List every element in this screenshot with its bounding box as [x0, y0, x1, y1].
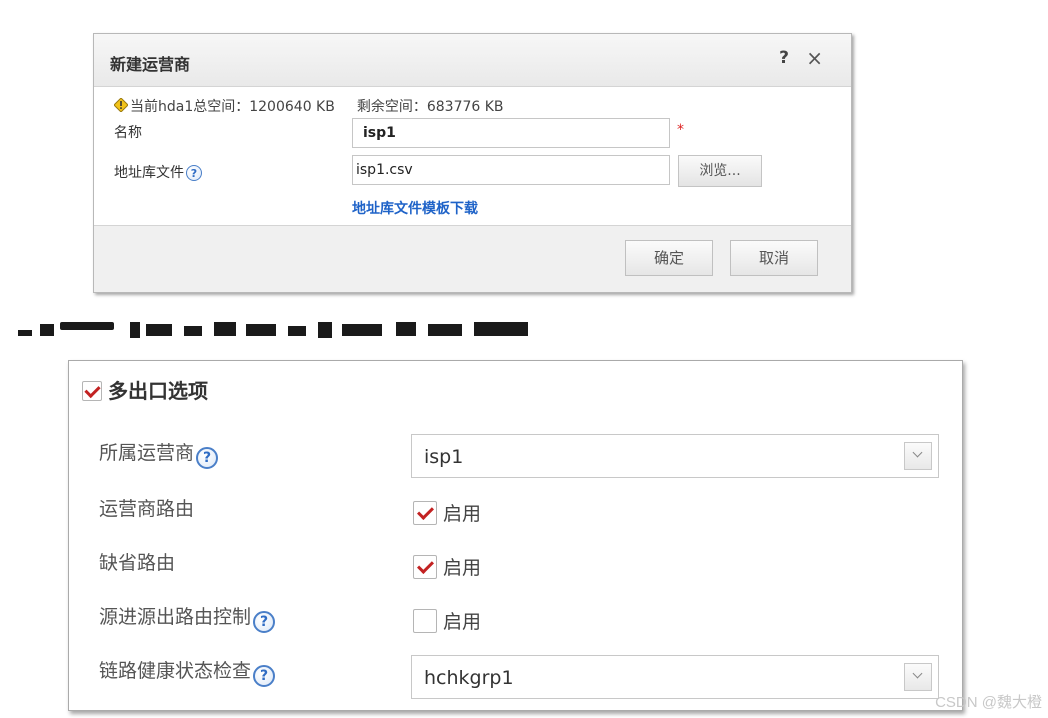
help-icon[interactable]: ? [186, 165, 202, 181]
cancel-button[interactable]: 取消 [730, 240, 818, 276]
space-info: 当前hda1总空间：1200640 KB 剩余空间：683776 KB [114, 96, 504, 116]
ok-button[interactable]: 确定 [625, 240, 713, 276]
health-check-select[interactable]: hchkgrp1 [411, 655, 939, 699]
multi-exit-checkbox[interactable] [82, 381, 102, 401]
chevron-down-icon[interactable] [904, 663, 932, 691]
dialog-footer: 确定 取消 [94, 225, 851, 292]
free-space-text: 剩余空间：683776 KB [356, 99, 504, 115]
close-button[interactable]: × [806, 46, 823, 70]
source-route-label: 源进源出路由控制? [99, 602, 276, 633]
total-space-text: 当前hda1总空间：1200640 KB [130, 99, 335, 115]
default-route-enable-label: 启用 [443, 557, 482, 579]
panel-header: 多出口选项 [82, 375, 208, 404]
source-route-enable-label: 启用 [443, 611, 482, 633]
default-route-enable[interactable]: 启用 [413, 553, 481, 580]
dialog-header: 新建运营商 ? × [94, 34, 851, 87]
health-check-label-text: 链路健康状态检查 [99, 660, 252, 682]
isp-route-enable[interactable]: 启用 [413, 499, 481, 526]
default-route-label: 缺省路由 [99, 552, 176, 574]
chevron-down-icon[interactable] [904, 442, 932, 470]
template-download-link[interactable]: 地址库文件模板下载 [352, 198, 478, 218]
address-file-label: 地址库文件? [114, 162, 202, 182]
name-input[interactable] [352, 118, 670, 148]
help-icon[interactable]: ? [196, 447, 219, 469]
new-isp-dialog: 新建运营商 ? × 当前hda1总空间：1200640 KB 剩余空间：68377… [93, 33, 852, 293]
multi-exit-panel: 多出口选项 所属运营商? isp1 运营商路由 启用 缺省路由 启用 源进源出路… [68, 360, 963, 711]
help-icon[interactable]: ? [253, 665, 276, 687]
health-check-label: 链路健康状态检查? [99, 656, 276, 687]
watermark: CSDN @魏大橙 [935, 694, 1042, 711]
isp-label: 所属运营商? [99, 438, 219, 469]
isp-label-text: 所属运营商 [99, 442, 195, 464]
isp-select-value: isp1 [424, 446, 464, 468]
dialog-title: 新建运营商 [110, 55, 191, 74]
source-route-label-text: 源进源出路由控制 [99, 606, 252, 628]
cropped-text-fragment [18, 322, 528, 338]
isp-route-checkbox[interactable] [413, 501, 437, 525]
source-route-checkbox[interactable] [413, 609, 437, 633]
isp-route-enable-label: 启用 [443, 503, 482, 525]
health-check-select-value: hchkgrp1 [424, 667, 514, 689]
panel-title: 多出口选项 [108, 379, 208, 403]
help-icon[interactable]: ? [253, 611, 276, 633]
address-file-input[interactable] [352, 155, 670, 185]
help-button[interactable]: ? [779, 48, 789, 68]
warning-icon [114, 98, 128, 112]
address-file-label-text: 地址库文件 [114, 165, 184, 181]
default-route-checkbox[interactable] [413, 555, 437, 579]
browse-button[interactable]: 浏览... [678, 155, 762, 187]
isp-select[interactable]: isp1 [411, 434, 939, 478]
required-mark: * [677, 122, 684, 138]
name-label: 名称 [114, 125, 142, 141]
source-route-enable[interactable]: 启用 [413, 607, 481, 634]
isp-route-label: 运营商路由 [99, 498, 195, 520]
